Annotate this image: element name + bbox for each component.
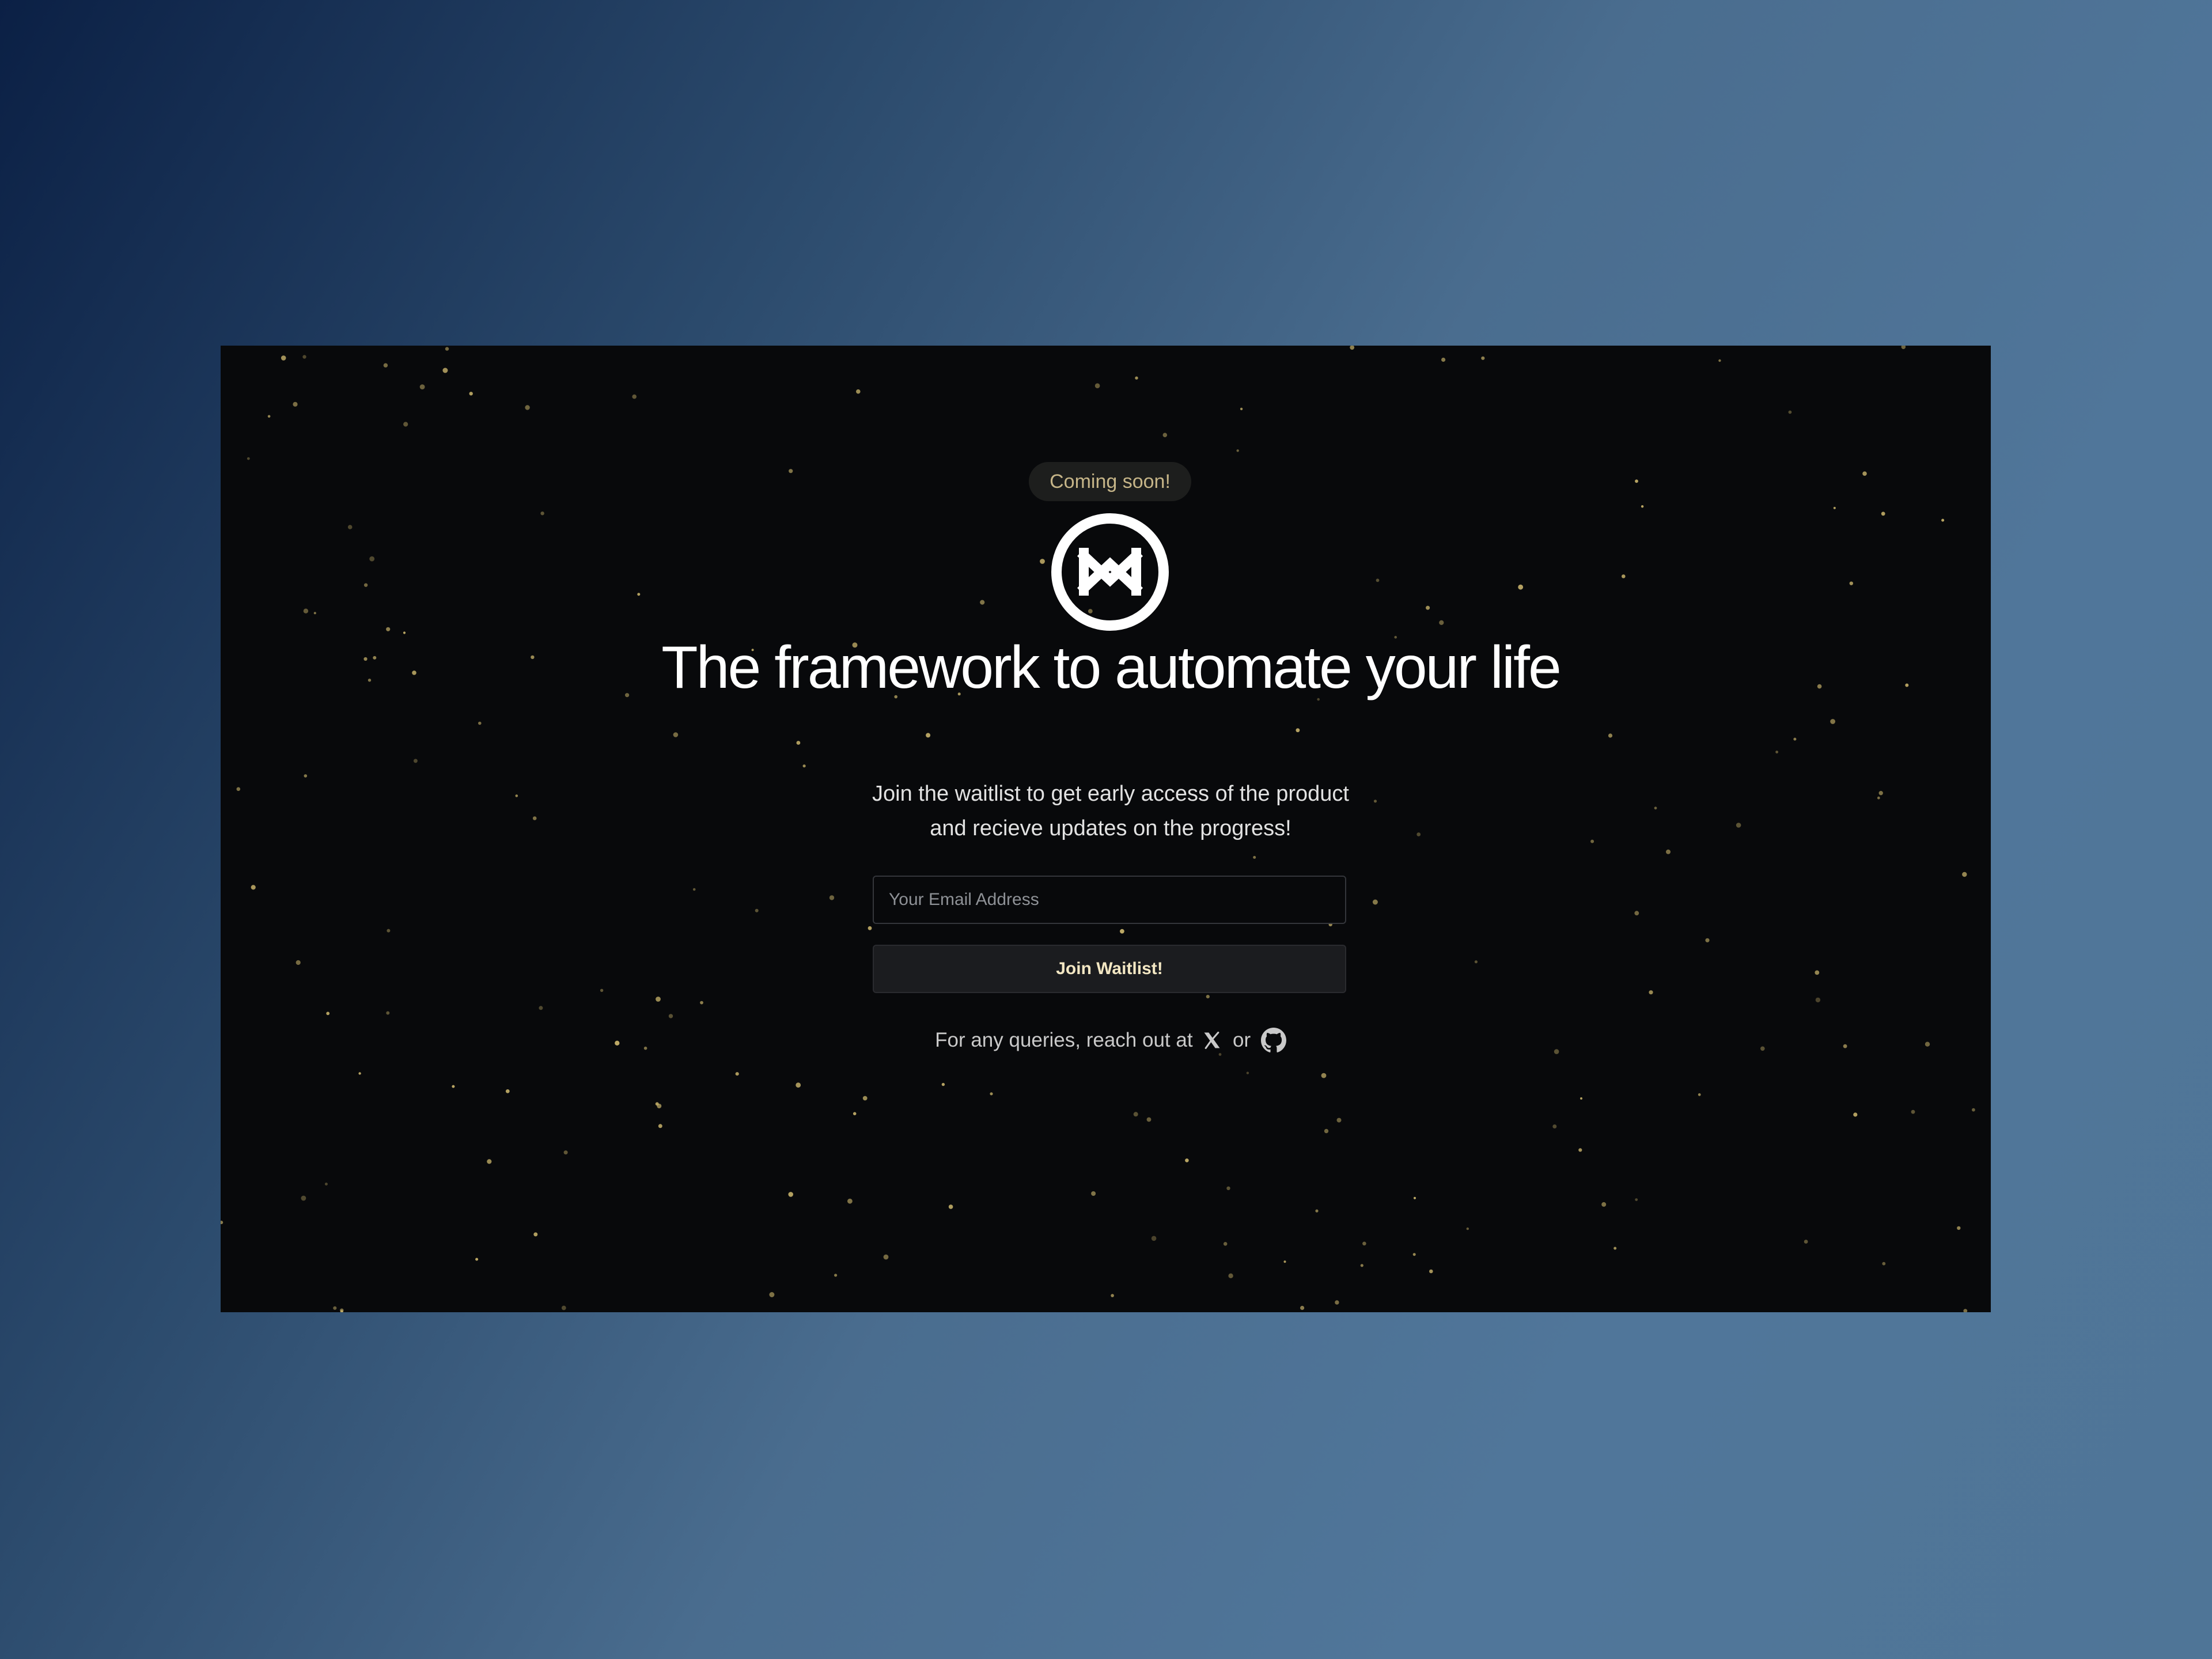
hero-subtitle: Join the waitlist to get early access of… — [820, 777, 1402, 846]
join-waitlist-button[interactable]: Join Waitlist! — [873, 945, 1346, 993]
hero-section: Coming soon! The framework to automate y… — [221, 346, 1991, 1312]
x-logo-icon[interactable] — [1202, 1030, 1222, 1051]
automation-logo-icon — [1051, 513, 1169, 631]
hero-subtitle-line-1: Join the waitlist to get early access of… — [872, 782, 1349, 806]
hero-subtitle-line-2: and recieve updates on the progress! — [930, 816, 1291, 840]
contact-prefix-text: For any queries, reach out at — [935, 1028, 1193, 1051]
contact-footer: For any queries, reach out at or — [820, 1025, 1402, 1053]
landing-page-window: Coming soon! The framework to automate y… — [221, 346, 1991, 1312]
contact-joiner-text: or — [1233, 1028, 1251, 1051]
email-input[interactable] — [873, 876, 1346, 924]
hero-title: The framework to automate your life — [661, 634, 1562, 701]
coming-soon-badge: Coming soon! — [1029, 462, 1191, 501]
github-icon[interactable] — [1260, 1027, 1286, 1053]
